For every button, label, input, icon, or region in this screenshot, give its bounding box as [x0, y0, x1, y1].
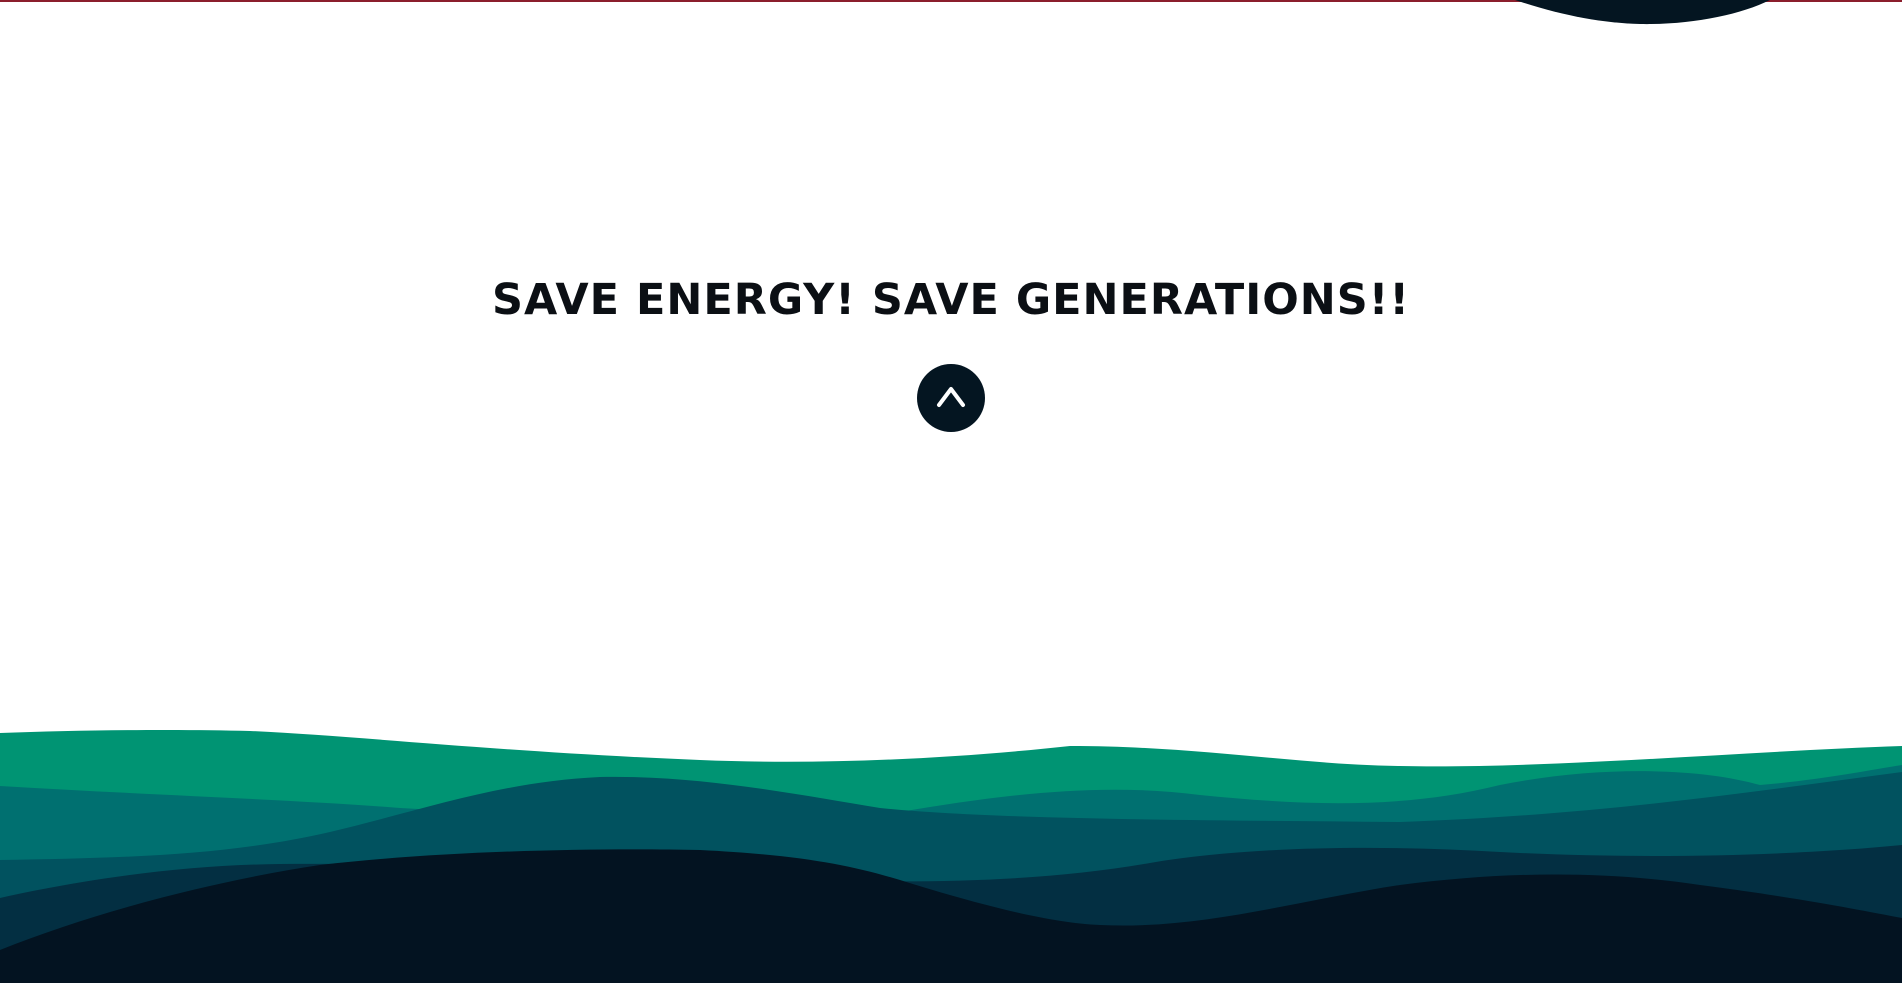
- footer-waves: [0, 729, 1902, 983]
- top-wave-decoration: [1515, 0, 1770, 25]
- chevron-up-icon: [937, 387, 965, 407]
- scroll-to-top-button[interactable]: [917, 364, 985, 432]
- page-slogan: SAVE ENERGY! SAVE GENERATIONS!!: [492, 275, 1410, 325]
- page: SAVE ENERGY! SAVE GENERATIONS!!: [0, 0, 1902, 983]
